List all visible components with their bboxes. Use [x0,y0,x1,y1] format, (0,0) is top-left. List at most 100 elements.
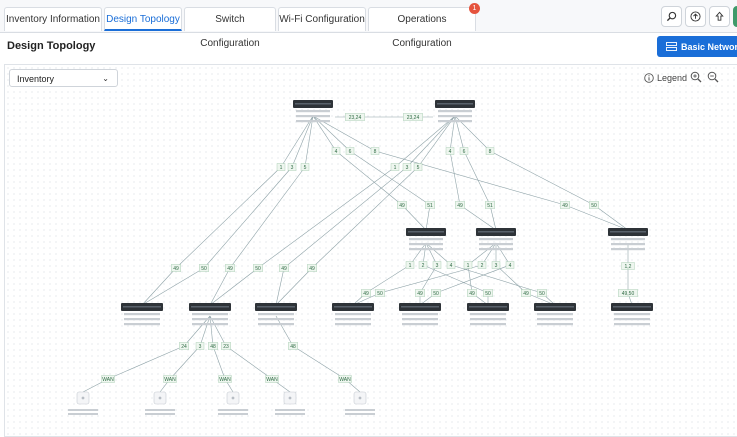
port-label: 49 [281,266,287,272]
port-label: 23 [223,344,229,350]
port-label: WAN [266,377,278,383]
topology-link [450,264,543,294]
topology-link [419,264,438,294]
switch-caption-line [614,318,650,321]
switch-caption-line [479,243,513,246]
topology-link [209,267,231,306]
port-label: 1,2 [625,264,632,270]
port-label: 50 [485,291,491,297]
port-label: 49 [309,266,315,272]
switch-caption-line [335,313,371,316]
port-label: 49 [399,203,405,209]
topology-link [141,267,205,306]
port-label: 3 [199,344,202,350]
port-label: 48 [290,344,296,350]
port-label: 23,24 [349,115,362,121]
topology-link [199,315,211,347]
port-label: 50 [591,203,597,209]
port-label: 1 [467,263,470,269]
access-point-caption-line [218,409,248,411]
access-point-led [231,396,235,400]
topology-link [449,150,461,206]
port-label: 49 [227,266,233,272]
switch-caption-line [479,238,513,241]
topology-link [275,267,313,306]
switch-port-strip [610,231,646,233]
switch-caption-line [470,323,506,326]
switch-port-strip [536,306,574,308]
topology-link [212,345,226,380]
port-label: 3 [436,263,439,269]
port-label: 48 [210,344,216,350]
topology-link [183,315,211,347]
switch-caption-line [614,323,650,326]
topology-link [283,166,408,269]
port-label: 5 [304,165,307,171]
port-label: WAN [219,377,231,383]
topology-link [311,166,419,269]
access-point-led [288,396,292,400]
switch-port-strip [478,231,514,233]
switch-caption-line [192,313,228,316]
switch-caption-line [611,243,645,246]
port-label: 3 [495,263,498,269]
switch-caption-line [402,313,438,316]
port-label: 5 [417,165,420,171]
topology-link [169,345,201,380]
port-label: 4 [449,149,452,155]
topology-link [107,345,185,380]
topology-link [280,115,314,168]
access-point-caption-line [275,409,305,411]
switch-caption-line [470,318,506,321]
topology-link [406,115,456,168]
port-label: 1 [409,263,412,269]
topology-link [401,204,427,231]
topology-link [275,267,285,306]
port-label: 49 [363,291,369,297]
topology-link [422,264,489,294]
switch-caption-line [258,318,294,321]
port-label: 24 [181,344,187,350]
topology-link [463,150,491,206]
switch-port-strip [437,103,473,105]
topology-link [349,150,431,206]
switch-caption-line [335,323,371,326]
switch-caption-line [192,323,228,326]
access-point-caption-line [145,413,175,415]
switch-caption-line [438,120,472,123]
access-point-caption-line [145,409,175,411]
topology-link [467,264,473,294]
access-point-led [81,396,85,400]
switch-caption-line [537,318,573,321]
port-label: 50 [539,291,545,297]
switch-caption-line [470,313,506,316]
topology-link [365,264,411,294]
switch-port-strip [334,306,372,308]
topology-link [292,345,346,380]
switch-caption-line [537,323,573,326]
switch-port-strip [613,306,651,308]
switch-caption-line [296,115,330,118]
access-point-caption-line [68,413,98,415]
switch-caption-line [479,248,513,251]
port-label: 6 [349,149,352,155]
port-label: 23,24 [407,115,420,121]
port-label: 2 [422,263,425,269]
access-point-led [358,396,362,400]
port-label: 51 [427,203,433,209]
switch-caption-line [611,238,645,241]
switch-port-strip [408,231,444,233]
switch-caption-line [124,313,160,316]
access-point-caption-line [68,409,98,411]
topology-link [141,267,177,306]
switch-caption-line [409,238,443,241]
port-label: 3 [291,165,294,171]
switch-caption-line [438,110,472,113]
switch-caption-line [296,110,330,113]
topology-link [435,264,511,294]
topology-link [379,264,483,294]
port-label: WAN [102,377,114,383]
switch-port-strip [401,306,439,308]
topology-link [417,115,456,168]
switch-port-strip [191,306,229,308]
